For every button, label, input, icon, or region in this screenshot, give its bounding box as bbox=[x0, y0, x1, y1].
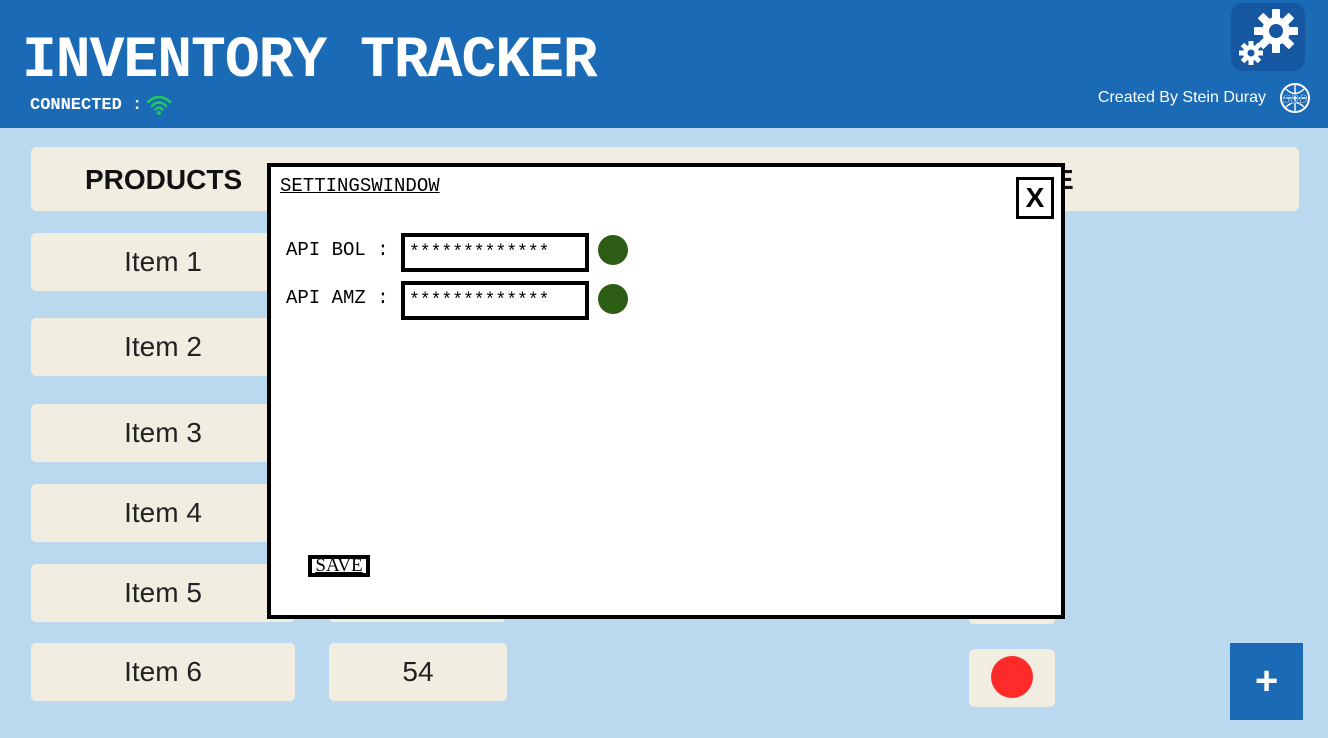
list-item[interactable]: Item 3 bbox=[31, 404, 295, 462]
products-column-header: PRODUCTS bbox=[85, 164, 243, 195]
app-header: INVENTORY TRACKER CONNECTED : Created By… bbox=[0, 0, 1328, 128]
list-item[interactable]: Item 4 bbox=[31, 484, 295, 542]
connection-label: CONNECTED : bbox=[30, 95, 143, 115]
product-name: Item 3 bbox=[124, 417, 202, 448]
connection-status: CONNECTED : bbox=[30, 94, 172, 116]
svg-text:SDD: SDD bbox=[1282, 92, 1308, 106]
api-bol-status-indicator bbox=[598, 235, 628, 265]
quantity-cell[interactable]: 54 bbox=[329, 643, 507, 701]
settings-window: SETTINGSWINDOW X API BOL : API AMZ : SAV… bbox=[267, 163, 1065, 619]
app-title: INVENTORY TRACKER bbox=[22, 29, 598, 94]
settings-button[interactable] bbox=[1231, 3, 1305, 71]
list-item[interactable]: Item 5 bbox=[31, 564, 295, 622]
settings-window-title: SETTINGSWINDOW bbox=[280, 175, 440, 197]
close-button[interactable]: X bbox=[1016, 177, 1054, 219]
api-bol-input[interactable] bbox=[401, 233, 589, 272]
creator-logo: SDD bbox=[1279, 82, 1311, 114]
quantity-value: 54 bbox=[402, 656, 434, 687]
save-button[interactable]: SAVE bbox=[308, 555, 370, 577]
credit-text: Created By Stein Duray bbox=[1097, 89, 1266, 106]
api-bol-label: API BOL : bbox=[286, 239, 389, 261]
api-amz-status-indicator bbox=[598, 284, 628, 314]
product-name: Item 1 bbox=[124, 246, 202, 277]
list-item[interactable]: Item 1 bbox=[31, 233, 295, 291]
add-item-button[interactable]: + bbox=[1230, 643, 1303, 720]
api-amz-label: API AMZ : bbox=[286, 287, 389, 309]
list-item[interactable]: Item 2 bbox=[31, 318, 295, 376]
api-amz-input[interactable] bbox=[401, 281, 589, 320]
product-name: Item 6 bbox=[124, 656, 202, 687]
product-name: Item 2 bbox=[124, 331, 202, 362]
product-name: Item 4 bbox=[124, 497, 202, 528]
product-name: Item 5 bbox=[124, 577, 202, 608]
wifi-icon bbox=[146, 94, 172, 116]
list-item[interactable]: Item 6 bbox=[31, 643, 295, 701]
status-indicator-red bbox=[991, 656, 1033, 698]
